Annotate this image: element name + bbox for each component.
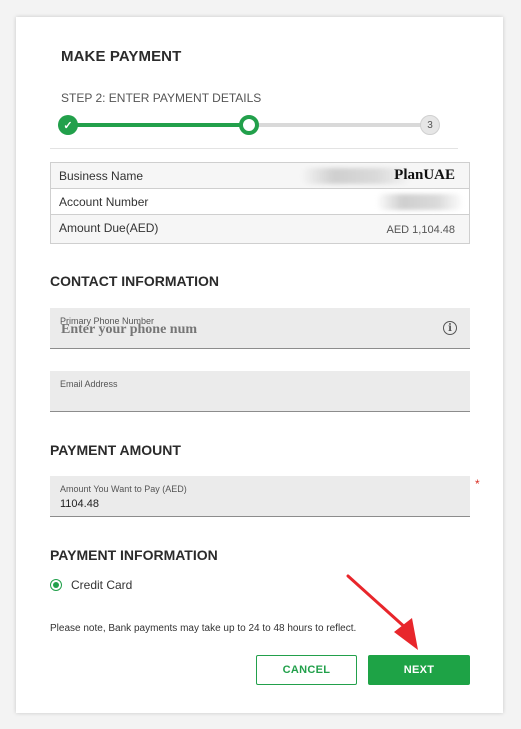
payment-info-section-title: PAYMENT INFORMATION [50, 547, 218, 563]
email-field[interactable]: Email Address [50, 371, 470, 412]
amount-value: 1104.48 [60, 498, 99, 510]
step-2-current [239, 115, 259, 135]
credit-card-option[interactable]: Credit Card [50, 578, 132, 592]
progress-stepper: ✓ 3 [58, 114, 440, 136]
bank-payment-note: Please note, Bank payments may take up t… [50, 623, 357, 634]
next-button[interactable]: NEXT [368, 655, 470, 685]
radio-selected-icon[interactable] [50, 579, 62, 591]
account-details-table: Business Name PlanUAE Account Number Amo… [50, 162, 470, 244]
info-icon[interactable]: i [443, 321, 457, 335]
phone-field[interactable]: Primary Phone Number i [50, 308, 470, 349]
stepper-track-pending [257, 123, 432, 127]
payment-amount-section-title: PAYMENT AMOUNT [50, 442, 181, 458]
amount-due-label: Amount Due(AED) [59, 221, 159, 235]
amount-due-value: AED 1,104.48 [386, 224, 456, 236]
step-1-check-icon: ✓ [58, 115, 78, 135]
details-row-amount-due: Amount Due(AED) AED 1,104.48 [51, 215, 469, 244]
business-name-label: Business Name [59, 169, 144, 183]
divider [50, 148, 458, 149]
business-name-value: PlanUAE [394, 167, 455, 183]
page-title: MAKE PAYMENT [61, 48, 182, 65]
amount-field[interactable]: Amount You Want to Pay (AED) 1104.48 [50, 476, 470, 517]
required-marker: * [475, 477, 480, 491]
details-row-business-name: Business Name PlanUAE [51, 163, 469, 189]
stepper-track-completed [68, 123, 249, 127]
phone-input[interactable] [61, 322, 431, 338]
step-3-pending: 3 [420, 115, 440, 135]
email-field-label: Email Address [60, 379, 118, 389]
redacted-blur [376, 194, 464, 210]
cancel-button[interactable]: CANCEL [256, 655, 357, 685]
step-label: STEP 2: ENTER PAYMENT DETAILS [61, 91, 262, 105]
contact-section-title: CONTACT INFORMATION [50, 273, 220, 289]
credit-card-label: Credit Card [71, 578, 133, 592]
details-row-account-number: Account Number [51, 189, 469, 215]
amount-field-label: Amount You Want to Pay (AED) [60, 484, 187, 494]
account-number-label: Account Number [59, 195, 149, 209]
